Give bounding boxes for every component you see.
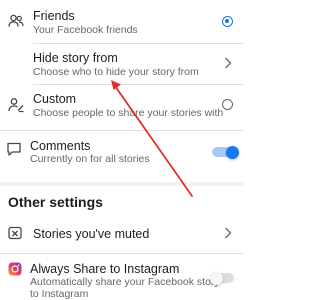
divider: [0, 253, 244, 254]
hide-story-from-sublabel: Choose who to hide your story from: [33, 66, 199, 78]
comment-bubble-icon: [7, 142, 21, 156]
hide-story-from-label: Hide story from: [33, 51, 118, 65]
stories-muted-item[interactable]: Stories you've muted: [0, 217, 244, 251]
custom-people-icon: [8, 98, 24, 113]
muted-x-box-icon: [8, 226, 22, 240]
toggle-knob: [210, 271, 223, 285]
friends-icon: [8, 14, 24, 27]
custom-label: Custom: [33, 92, 77, 106]
comments-toggle[interactable]: [212, 144, 242, 160]
friends-radio[interactable]: [222, 16, 233, 27]
instagram-label: Always Share to Instagram: [30, 262, 180, 276]
stories-muted-label: Stories you've muted: [33, 227, 150, 241]
comments-sublabel: Currently on for all stories: [30, 153, 150, 165]
comments-setting[interactable]: Comments Currently on for all stories: [0, 133, 244, 177]
chevron-right-icon: [225, 227, 232, 239]
custom-sublabel: Choose people to share your stories with: [33, 107, 224, 119]
audience-option-friends[interactable]: Friends Your Facebook friends: [0, 0, 244, 42]
comments-label: Comments: [30, 139, 91, 153]
section-title-other-settings: Other settings: [8, 194, 103, 210]
custom-radio[interactable]: [222, 99, 233, 110]
friends-sublabel: Your Facebook friends: [33, 24, 138, 36]
instagram-toggle[interactable]: [210, 270, 240, 286]
divider: [0, 130, 244, 131]
section-divider: [0, 182, 244, 186]
instagram-icon: [8, 262, 22, 276]
chevron-right-icon: [225, 57, 232, 69]
friends-label: Friends: [33, 9, 75, 23]
audience-option-custom[interactable]: Custom Choose people to share your stori…: [0, 85, 244, 129]
hide-story-from-item[interactable]: Hide story from Choose who to hide your …: [0, 44, 244, 84]
instagram-sublabel: Automatically share your Facebook story …: [30, 276, 220, 300]
toggle-knob: [226, 145, 239, 159]
instagram-share-setting[interactable]: Always Share to Instagram Automatically …: [0, 256, 244, 300]
